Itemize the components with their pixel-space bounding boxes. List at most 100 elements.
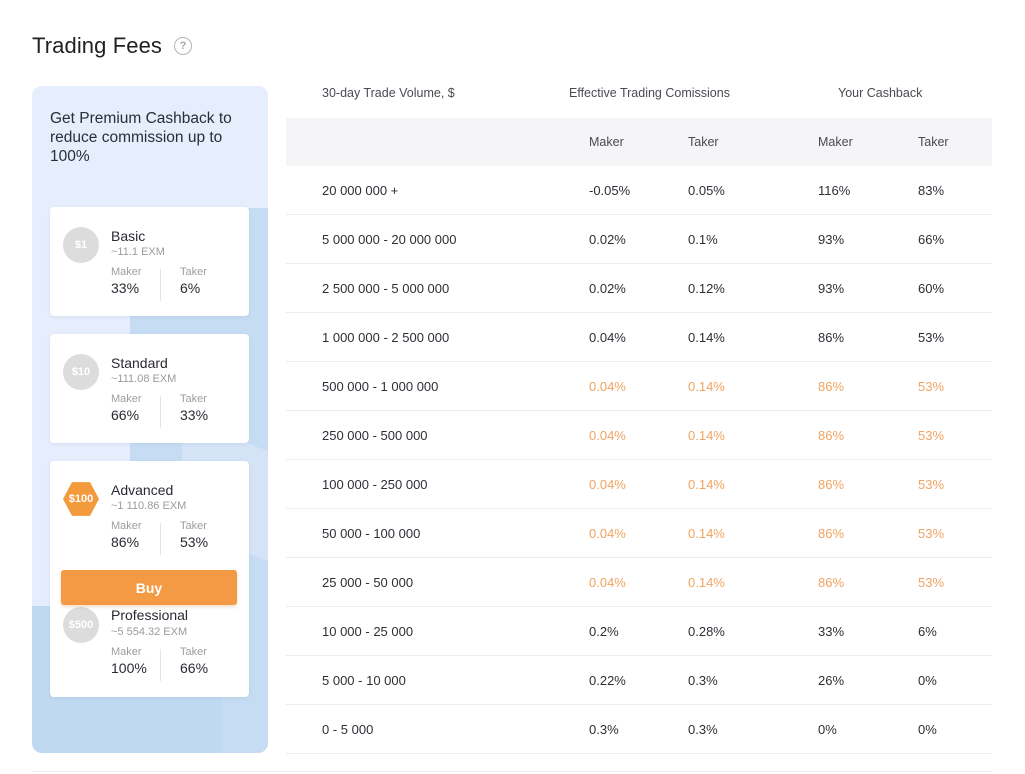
subheader-commission-maker: Maker (589, 135, 624, 149)
commission-maker-cell: 0.04% (589, 526, 626, 541)
commission-maker-cell: 0.22% (589, 673, 626, 688)
plan-badge-icon: $1 (63, 227, 99, 263)
commission-taker-cell: 0.14% (688, 477, 725, 492)
cashback-taker-cell: 53% (918, 526, 945, 541)
commission-taker-cell: 0.3% (688, 673, 718, 688)
plan-price: ~111.08 EXM (111, 373, 177, 385)
commission-taker-cell: 0.28% (688, 624, 725, 639)
plan-card-basic[interactable]: $1 Basic ~11.1 EXM Maker 33% Taker 6% (50, 207, 249, 316)
commission-maker-cell: 0.04% (589, 575, 626, 590)
volume-cell: 0 - 5 000 (322, 722, 374, 737)
commission-taker-cell: 0.1% (688, 232, 718, 247)
cashback-maker-cell: 93% (818, 232, 845, 247)
volume-cell: 25 000 - 50 000 (322, 575, 414, 590)
plan-card-professional[interactable]: $500 Professional ~5 554.32 EXM Maker 10… (50, 595, 249, 697)
cashback-taker-cell: 53% (918, 575, 945, 590)
volume-cell: 2 500 000 - 5 000 000 (322, 281, 450, 296)
maker-stat: Maker 86% (111, 520, 142, 550)
cashback-maker-cell: 116% (818, 183, 851, 198)
cashback-maker-cell: 93% (818, 281, 845, 296)
taker-stat: Taker 6% (180, 266, 207, 296)
maker-label: Maker (111, 266, 142, 278)
commission-maker-cell: 0.04% (589, 379, 626, 394)
maker-label: Maker (111, 646, 142, 658)
cashback-taker-cell: 0% (918, 722, 937, 737)
commission-taker-cell: 0.14% (688, 379, 725, 394)
divider (160, 396, 161, 428)
table-sub-header: Maker Taker Maker Taker (286, 118, 992, 166)
commission-maker-cell: -0.05% (589, 183, 631, 198)
cashback-taker-cell: 53% (918, 428, 945, 443)
divider (32, 771, 992, 772)
plan-price: ~1 110.86 EXM (111, 500, 187, 512)
subheader-cashback-maker: Maker (818, 135, 853, 149)
plan-price: ~5 554.32 EXM (111, 626, 188, 638)
taker-label: Taker (180, 393, 207, 405)
commission-maker-cell: 0.3% (589, 722, 619, 737)
premium-cashback-panel: Get Premium Cashback to reduce commissio… (32, 86, 268, 753)
table-row: 50 000 - 100 000 0.04% 0.14% 86% 53% (286, 509, 992, 558)
plan-badge-icon: $500 (63, 607, 99, 643)
commission-taker-cell: 0.3% (688, 722, 718, 737)
cashback-maker-cell: 86% (818, 330, 845, 345)
divider (160, 523, 161, 555)
plan-price: ~11.1 EXM (111, 246, 165, 258)
cashback-maker-cell: 0% (818, 722, 837, 737)
cashback-taker-cell: 6% (918, 624, 937, 639)
cashback-taker-cell: 0% (918, 673, 937, 688)
volume-cell: 100 000 - 250 000 (322, 477, 428, 492)
cashback-taker-cell: 83% (918, 183, 945, 198)
commission-taker-cell: 0.14% (688, 575, 725, 590)
table-row: 100 000 - 250 000 0.04% 0.14% 86% 53% (286, 460, 992, 509)
taker-value: 66% (180, 660, 209, 676)
table-row: 1 000 000 - 2 500 000 0.04% 0.14% 86% 53% (286, 313, 992, 362)
plan-badge-icon: $10 (63, 354, 99, 390)
table-row: 10 000 - 25 000 0.2% 0.28% 33% 6% (286, 607, 992, 656)
cashback-maker-cell: 86% (818, 575, 845, 590)
plan-name: Advanced (111, 482, 174, 498)
volume-cell: 20 000 000 + (322, 183, 399, 198)
question-circle-icon[interactable]: ? (174, 37, 192, 55)
plan-card-advanced[interactable]: $100 Advanced ~1 110.86 EXM Maker 86% Ta… (50, 461, 249, 697)
maker-value: 33% (111, 280, 140, 296)
subheader-commission-taker: Taker (688, 135, 719, 149)
cashback-maker-cell: 86% (818, 379, 845, 394)
title-row: Trading Fees ? (32, 33, 192, 59)
table-row: 250 000 - 500 000 0.04% 0.14% 86% 53% (286, 411, 992, 460)
cashback-taker-cell: 60% (918, 281, 945, 296)
header-trading-commissions: Effective Trading Comissions (569, 86, 730, 100)
table-row: 25 000 - 50 000 0.04% 0.14% 86% 53% (286, 558, 992, 607)
cashback-taker-cell: 53% (918, 379, 945, 394)
commission-maker-cell: 0.02% (589, 232, 626, 247)
volume-cell: 500 000 - 1 000 000 (322, 379, 439, 394)
divider (160, 269, 161, 301)
taker-value: 6% (180, 280, 201, 296)
plan-card-standard[interactable]: $10 Standard ~111.08 EXM Maker 66% Taker… (50, 334, 249, 443)
volume-cell: 1 000 000 - 2 500 000 (322, 330, 450, 345)
maker-stat: Maker 33% (111, 266, 142, 296)
buy-button[interactable]: Buy (61, 570, 237, 605)
header-trade-volume: 30-day Trade Volume, $ (322, 86, 455, 100)
taker-stat: Taker 66% (180, 646, 208, 676)
volume-cell: 5 000 - 10 000 (322, 673, 406, 688)
page-title: Trading Fees (32, 33, 162, 58)
commission-taker-cell: 0.14% (688, 526, 725, 541)
commission-maker-cell: 0.02% (589, 281, 626, 296)
table-row: 0 - 5 000 0.3% 0.3% 0% 0% (286, 705, 992, 754)
volume-cell: 5 000 000 - 20 000 000 (322, 232, 457, 247)
maker-stat: Maker 66% (111, 393, 142, 423)
taker-label: Taker (180, 520, 207, 532)
subheader-cashback-taker: Taker (918, 135, 949, 149)
taker-stat: Taker 33% (180, 393, 208, 423)
cashback-maker-cell: 86% (818, 477, 845, 492)
maker-value: 100% (111, 660, 147, 676)
plan-badge-icon: $100 (63, 482, 99, 516)
commission-taker-cell: 0.14% (688, 330, 725, 345)
commission-maker-cell: 0.04% (589, 477, 626, 492)
table-body: 20 000 000 + -0.05% 0.05% 116% 83% 5 000 000 … (286, 166, 992, 754)
cashback-taker-cell: 53% (918, 477, 945, 492)
maker-stat: Maker 100% (111, 646, 147, 676)
volume-cell: 50 000 - 100 000 (322, 526, 421, 541)
cashback-maker-cell: 33% (818, 624, 845, 639)
commission-taker-cell: 0.05% (688, 183, 725, 198)
